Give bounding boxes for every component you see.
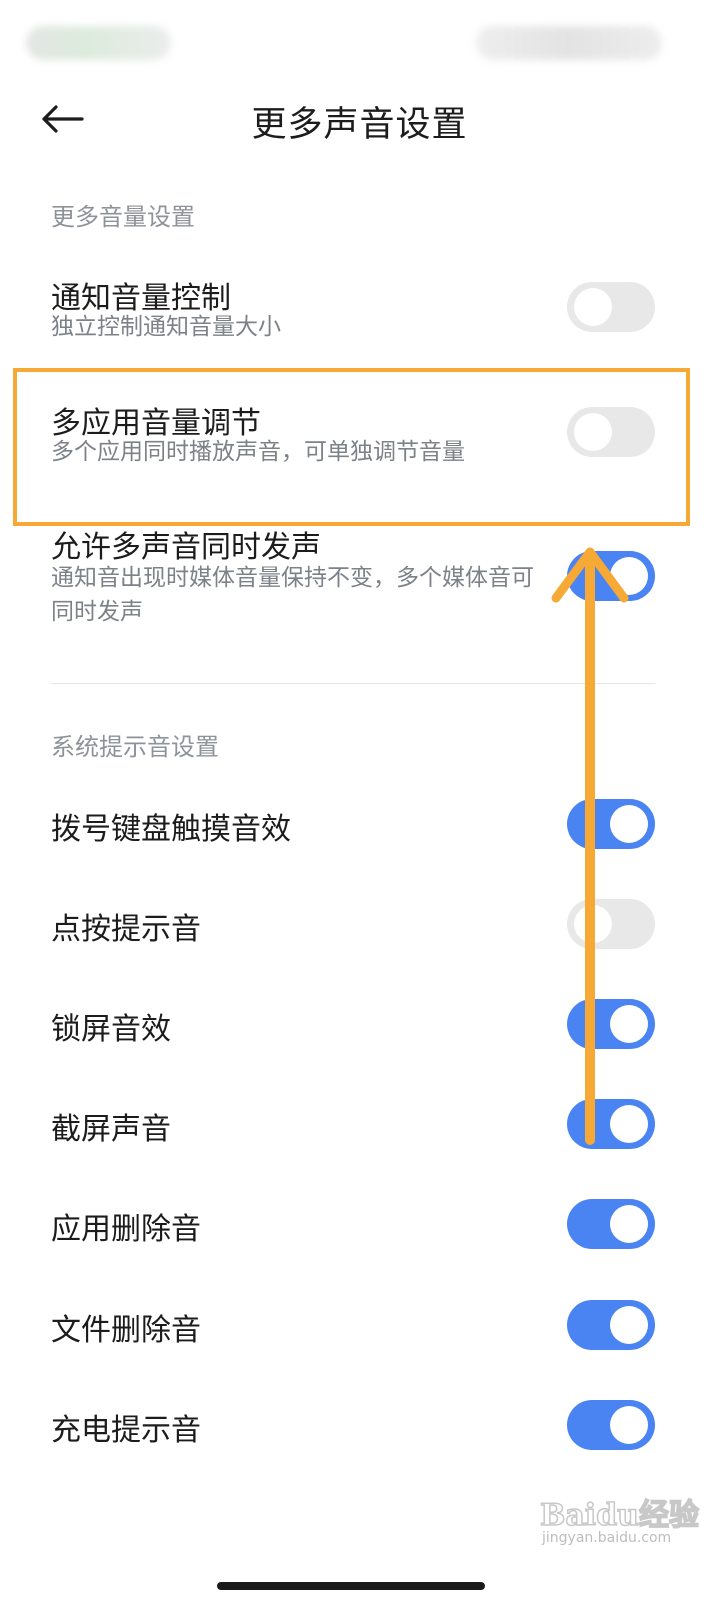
status-bar-left-blurred (26, 26, 171, 60)
page-title: 更多声音设置 (251, 105, 468, 145)
toggle-knob (610, 1306, 648, 1344)
row-subtitle: 独立控制通知音量大小 (51, 314, 281, 340)
setting-row-screenshot-sound[interactable]: 截屏声音 (0, 1090, 719, 1160)
row-title: 文件删除音 (51, 1313, 201, 1348)
toggle-switch[interactable] (567, 1199, 655, 1249)
setting-row-notification-volume[interactable]: 通知音量控制 独立控制通知音量大小 (0, 265, 719, 355)
setting-row-tap-sound[interactable]: 点按提示音 (0, 890, 719, 960)
toggle-knob (610, 805, 648, 843)
setting-row-multi-app-volume[interactable]: 多应用音量调节 多个应用同时播放声音，可单独调节音量 (0, 390, 719, 510)
toggle-switch[interactable] (567, 899, 655, 949)
row-subtitle: 通知音出现时媒体音量保持不变，多个媒体音可同时发声 (51, 565, 534, 625)
section-header-volume: 更多音量设置 (51, 203, 195, 231)
row-title: 允许多声音同时发声 (51, 530, 321, 565)
watermark: Baidu经验 jingyan.baidu.com (539, 1490, 700, 1560)
setting-row-lock-sound[interactable]: 锁屏音效 (0, 990, 719, 1060)
row-title: 充电提示音 (51, 1413, 201, 1448)
toggle-knob (610, 1205, 648, 1243)
toggle-switch[interactable] (567, 1099, 655, 1149)
header: 更多声音设置 (0, 80, 719, 156)
toggle-switch[interactable] (567, 799, 655, 849)
toggle-knob (574, 905, 612, 943)
setting-row-app-delete-sound[interactable]: 应用删除音 (0, 1190, 719, 1260)
row-title: 应用删除音 (51, 1212, 201, 1247)
setting-row-charging-sound[interactable]: 充电提示音 (0, 1391, 719, 1461)
toggle-switch[interactable] (567, 1400, 655, 1450)
setting-row-dialpad-touch[interactable]: 拨号键盘触摸音效 (0, 790, 719, 860)
toggle-switch[interactable] (567, 282, 655, 332)
row-title: 锁屏音效 (51, 1012, 171, 1047)
toggle-knob (610, 557, 648, 595)
toggle-knob (610, 1005, 648, 1043)
setting-row-file-delete-sound[interactable]: 文件删除音 (0, 1291, 719, 1361)
toggle-switch[interactable] (567, 551, 655, 601)
row-title: 点按提示音 (51, 912, 201, 947)
row-title: 截屏声音 (51, 1112, 171, 1147)
setting-row-multi-sound[interactable]: 允许多声音同时发声 通知音出现时媒体音量保持不变，多个媒体音可同时发声 (0, 516, 719, 656)
toggle-knob (574, 413, 612, 451)
toggle-knob (574, 288, 612, 326)
toggle-switch[interactable] (567, 1300, 655, 1350)
section-header-system-sounds: 系统提示音设置 (51, 733, 219, 761)
toggle-knob (610, 1105, 648, 1143)
section-divider (51, 683, 655, 684)
status-bar-right-blurred (476, 26, 662, 60)
home-indicator[interactable] (217, 1582, 485, 1590)
toggle-switch[interactable] (567, 407, 655, 457)
status-bar (0, 0, 719, 70)
row-subtitle: 多个应用同时播放声音，可单独调节音量 (51, 439, 465, 465)
row-title: 拨号键盘触摸音效 (51, 812, 291, 847)
toggle-switch[interactable] (567, 999, 655, 1049)
toggle-knob (610, 1406, 648, 1444)
watermark-url: jingyan.baidu.com (542, 1530, 672, 1546)
watermark-logo: Baidu经验 (539, 1497, 699, 1534)
